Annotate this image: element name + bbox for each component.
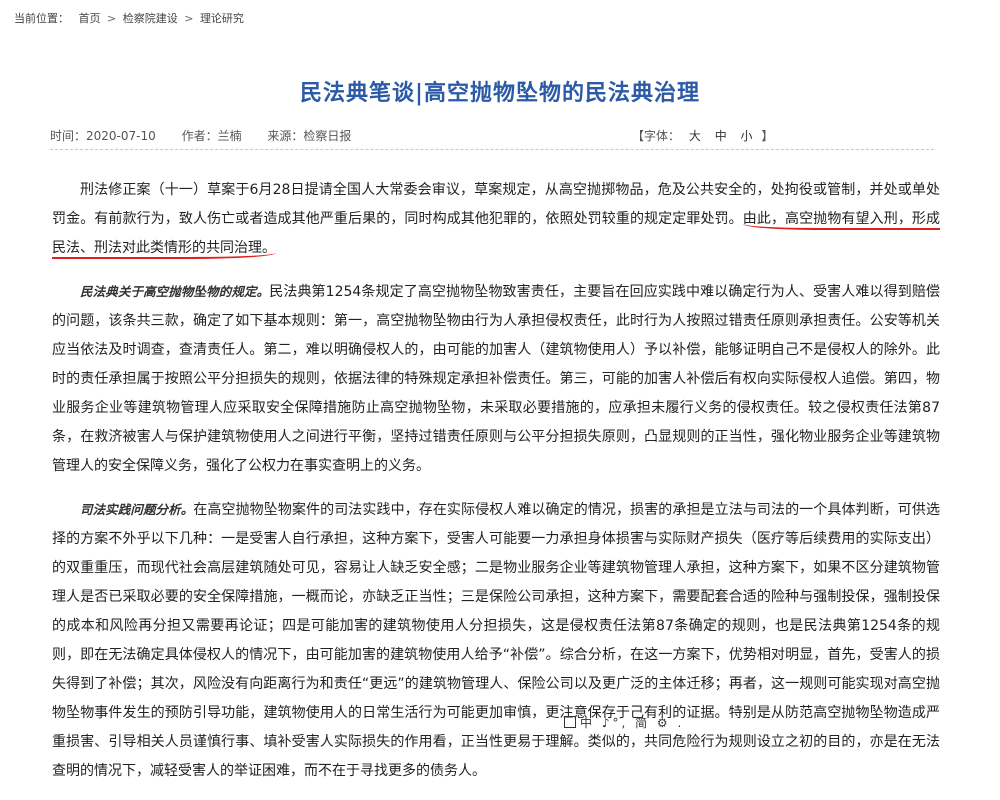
breadcrumb-separator: >	[107, 12, 117, 25]
ime-grid-icon[interactable]	[564, 716, 576, 728]
paragraph-intro: 刑法修正案（十一）草案于6月28日提请全国人大常委会审议，草案规定，从高空抛掷物…	[52, 176, 941, 263]
source: 来源：检察日报	[267, 129, 352, 143]
breadcrumb-separator: >	[184, 12, 194, 25]
paragraph-heading: 司法实践问题分析。	[80, 502, 194, 517]
font-size-large[interactable]: 大	[689, 129, 701, 143]
breadcrumb-link-procuratorate[interactable]: 检察院建设	[123, 12, 178, 25]
author: 作者：兰楠	[181, 129, 242, 143]
breadcrumb: 当前位置： 首页 > 检察院建设 > 理论研究	[14, 10, 244, 26]
font-size-close: 】	[761, 129, 774, 143]
font-size-small[interactable]: 小	[741, 129, 753, 143]
article-meta: 时间：2020-07-10 作者：兰楠 来源：检察日报	[50, 127, 373, 144]
paragraph-judicial-practice: 司法实践问题分析。在高空抛物坠物案件的司法实践中，存在实际侵权人难以确定的情况，…	[52, 495, 940, 786]
font-size-medium[interactable]: 中	[715, 129, 727, 143]
paragraph-civil-code: 民法典关于高空抛物坠物的规定。民法典第1254条规定了高空抛物坠物致害责任，主要…	[52, 277, 940, 481]
breadcrumb-prefix: 当前位置：	[14, 12, 69, 25]
article-body: 刑法修正案（十一）草案于6月28日提请全国人大常委会审议，草案规定，从高空抛掷物…	[52, 176, 941, 800]
paragraph-text: 民法典第1254条规定了高空抛物坠物致害责任，主要旨在回应实践中难以确定行为人、…	[52, 284, 940, 474]
paragraph-text: 在高空抛物坠物案件的司法实践中，存在实际侵权人难以确定的情况，损害的承担是立法与…	[52, 502, 940, 779]
breadcrumb-link-theory[interactable]: 理论研究	[200, 12, 244, 25]
ime-toolbar[interactable]: 中 ♪°, 简 ⚙ .	[564, 714, 684, 731]
font-size-label: 【字体：	[632, 129, 681, 143]
ime-toolbar-text[interactable]: 中 ♪°, 简 ⚙ .	[580, 716, 684, 730]
breadcrumb-link-home[interactable]: 首页	[79, 12, 101, 25]
publish-time: 时间：2020-07-10	[50, 129, 156, 143]
font-size-selector: 【字体： 大 中 小 】	[632, 127, 773, 144]
meta-divider	[50, 149, 934, 150]
page-title: 民法典笔谈|高空抛物坠物的民法典治理	[299, 79, 700, 106]
paragraph-heading: 民法典关于高空抛物坠物的规定。	[80, 284, 270, 299]
